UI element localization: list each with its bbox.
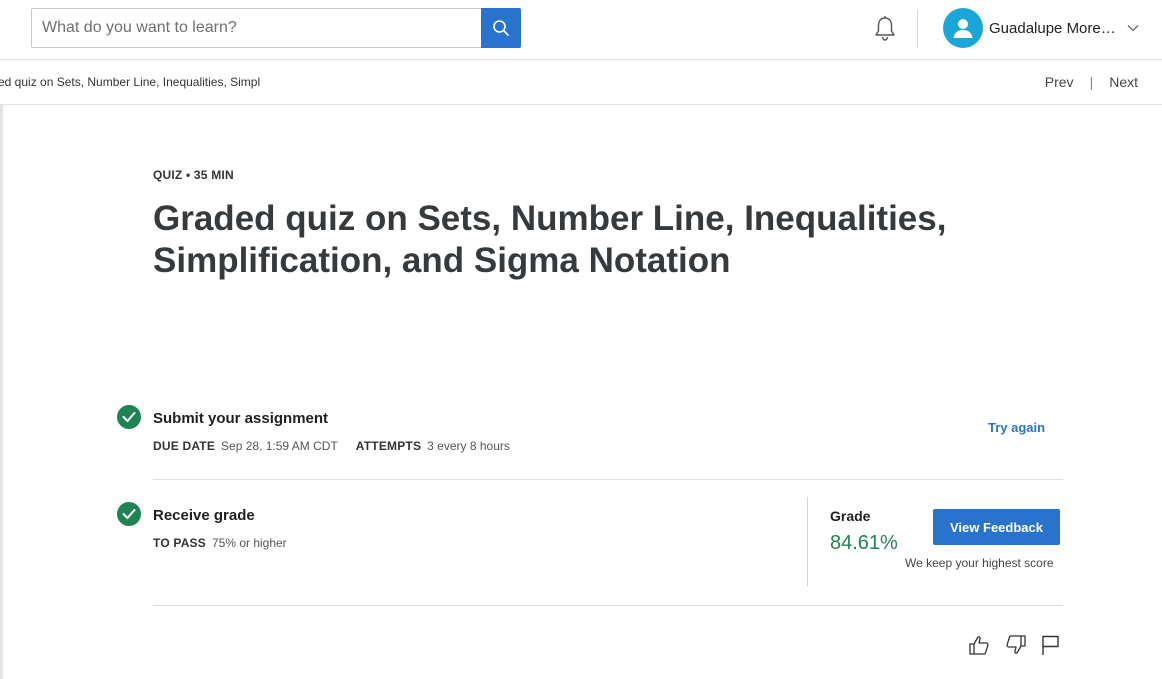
item-nav-bar: ed quiz on Sets, Number Line, Inequaliti… (0, 60, 1162, 105)
prev-next-nav: Prev | Next (1045, 74, 1138, 90)
avatar (943, 8, 983, 48)
grade-status (117, 502, 141, 526)
submit-details: DUE DATE Sep 28, 1:59 AM CDT ATTEMPTS 3 eve… (153, 439, 510, 453)
header-divider (917, 10, 918, 48)
submit-assignment-title: Submit your assignment (153, 410, 329, 427)
try-again-link[interactable]: Try again (988, 420, 1045, 435)
thumbs-up-icon (969, 636, 989, 655)
chevron-down-icon (1127, 25, 1139, 32)
thumbs-down-icon (1006, 635, 1026, 654)
next-link[interactable]: Next (1109, 74, 1138, 90)
report-button[interactable] (1040, 634, 1062, 656)
page-title: Graded quiz on Sets, Number Line, Inequa… (153, 199, 947, 280)
grade-value: 84.61% (830, 532, 898, 554)
item-meta: QUIZ • 35 MIN (153, 168, 234, 182)
breadcrumb[interactable]: ed quiz on Sets, Number Line, Inequaliti… (0, 75, 260, 89)
nav-separator: | (1089, 74, 1094, 90)
section-divider (153, 479, 1063, 480)
prev-link[interactable]: Prev (1045, 74, 1074, 90)
search-button[interactable] (481, 8, 521, 48)
user-menu[interactable]: Guadalupe Moreno... (943, 8, 1139, 48)
check-circle-icon (122, 509, 136, 519)
receive-grade-title: Receive grade (153, 507, 255, 524)
user-avatar-icon (953, 19, 973, 38)
to-pass-label: TO PASS (153, 536, 206, 550)
search-icon (493, 20, 509, 36)
search-input[interactable] (31, 8, 481, 48)
to-pass-value: 75% or higher (211, 536, 287, 550)
like-button[interactable] (968, 634, 990, 656)
grade-label: Grade (830, 508, 871, 524)
due-date-value: Sep 28, 1:59 AM CDT (221, 439, 338, 453)
left-panel-edge (0, 105, 3, 679)
pass-details: TO PASS 75% or higher (153, 536, 287, 550)
bell-icon (875, 16, 895, 41)
grade-divider (807, 497, 808, 586)
check-circle-icon (122, 412, 136, 422)
submit-status (117, 405, 141, 429)
notifications-button[interactable] (872, 15, 898, 43)
search-bar (31, 8, 521, 48)
user-name: Guadalupe Moreno... (989, 19, 1117, 37)
highest-score-note: We keep your highest score (905, 556, 1054, 570)
section-divider (153, 605, 1063, 606)
view-feedback-button[interactable]: View Feedback (933, 509, 1060, 545)
flag-icon (1042, 635, 1059, 655)
attempts-label: ATTEMPTS (355, 439, 422, 453)
top-header: Guadalupe Moreno... (0, 0, 1162, 60)
due-date-label: DUE DATE (153, 439, 216, 453)
attempts-value: 3 every 8 hours (427, 439, 510, 453)
dislike-button[interactable] (1005, 634, 1027, 656)
